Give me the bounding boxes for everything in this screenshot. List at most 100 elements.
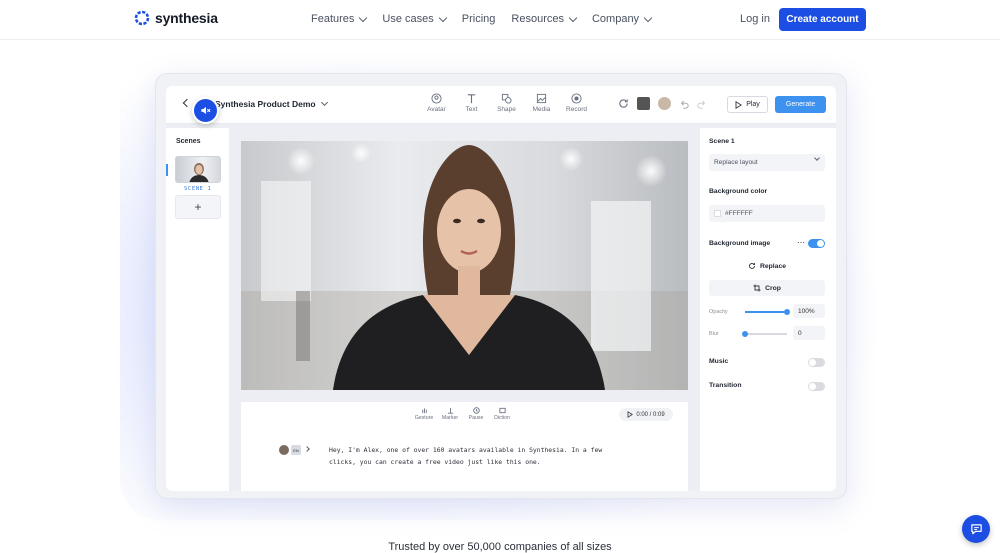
chevron-down-icon: [320, 98, 328, 107]
music-label: Music: [709, 358, 729, 365]
script-tool-marker[interactable]: Marker: [437, 407, 463, 421]
scene-thumbnail[interactable]: [175, 156, 221, 183]
generate-button[interactable]: Generate: [775, 96, 826, 113]
tool-text[interactable]: Text: [454, 93, 489, 113]
speaker-muted-icon: [201, 106, 211, 115]
scene-label: SCENE 1: [184, 186, 212, 192]
nav-label: Resources: [511, 13, 564, 25]
nav-label: Pricing: [461, 13, 496, 25]
play-icon: [735, 100, 743, 109]
script-tool-label: Diction: [494, 415, 510, 421]
tool-label: Media: [532, 106, 551, 113]
marker-icon: [447, 407, 453, 414]
timer-text: 0:00 / 0:09: [636, 411, 665, 418]
logo-text: synthesia: [155, 10, 218, 26]
tool-label: Record: [566, 106, 587, 113]
opacity-label: Opacity: [709, 309, 728, 315]
opacity-slider-fill: [745, 311, 787, 313]
top-navigation: synthesia Features Use cases Pricing Res…: [0, 0, 1000, 40]
chat-support-button[interactable]: [962, 515, 990, 543]
refresh-icon[interactable]: [618, 98, 629, 109]
collaborator-avatar[interactable]: [637, 97, 650, 110]
script-tool-label: Marker: [441, 415, 459, 421]
video-canvas[interactable]: [241, 141, 688, 390]
color-swatch: [714, 210, 721, 217]
tool-label: Avatar: [427, 106, 446, 113]
nav-label: Company: [591, 13, 640, 25]
chevron-right-icon: [304, 445, 310, 452]
opacity-slider[interactable]: [745, 309, 790, 315]
script-tool-pause[interactable]: Pause: [463, 407, 489, 421]
scenes-panel: Scenes SCENE 1 +: [166, 128, 229, 491]
back-arrow-icon[interactable]: [182, 98, 192, 108]
blur-slider[interactable]: [742, 331, 787, 337]
script-tool-label: Pause: [468, 415, 484, 421]
language-badge: EN: [291, 445, 301, 455]
crop-label: Crop: [765, 284, 781, 292]
music-toggle[interactable]: [808, 358, 825, 367]
login-link[interactable]: Log in: [740, 13, 770, 25]
play-icon: [627, 411, 634, 418]
bg-color-input[interactable]: #FFFFFF: [709, 205, 825, 222]
bg-image-toggle[interactable]: [808, 239, 825, 248]
trusted-by-text: Trusted by over 50,000 companies of all …: [388, 541, 612, 553]
chevron-down-icon: [643, 13, 653, 22]
project-title-text: Synthesia Product Demo: [215, 99, 316, 109]
text-icon: [467, 94, 476, 104]
synthesia-logo[interactable]: synthesia: [134, 10, 218, 26]
nav-item-resources[interactable]: Resources: [511, 13, 578, 25]
replace-button[interactable]: Replace: [709, 258, 825, 274]
more-options-icon[interactable]: ⋯: [797, 238, 805, 247]
avatar-thumbnail: [279, 445, 289, 455]
nav-item-company[interactable]: Company: [591, 13, 653, 25]
nav-item-features[interactable]: Features: [311, 13, 368, 25]
script-avatar-selector[interactable]: EN: [279, 445, 310, 455]
pause-icon: [472, 407, 480, 414]
redo-icon[interactable]: [697, 99, 707, 109]
script-text[interactable]: Hey, I'm Alex, one of over 160 avatars a…: [329, 445, 609, 468]
shape-icon: [501, 93, 512, 104]
tool-label: Shape: [497, 106, 516, 113]
tool-avatar[interactable]: Avatar: [419, 93, 454, 113]
project-title[interactable]: Synthesia Product Demo: [215, 98, 328, 109]
user-avatar[interactable]: [658, 97, 671, 110]
transition-toggle[interactable]: [808, 382, 825, 391]
scenes-title: Scenes: [176, 138, 201, 145]
nav-item-pricing[interactable]: Pricing: [462, 13, 496, 25]
script-tool-diction[interactable]: Diction: [489, 407, 515, 421]
blur-label: Blur: [709, 331, 719, 337]
chevron-down-icon: [438, 13, 448, 22]
playback-timer[interactable]: 0:00 / 0:09: [619, 408, 673, 421]
record-icon: [571, 93, 582, 104]
blur-slider-handle[interactable]: [742, 331, 748, 337]
undo-icon[interactable]: [679, 99, 689, 109]
opacity-slider-handle[interactable]: [784, 309, 790, 315]
avatar-video-preview: [241, 141, 688, 390]
crop-button[interactable]: Crop: [709, 280, 825, 296]
opacity-value-input[interactable]: 100%: [793, 304, 825, 318]
insert-tools: Avatar Text Shape Media Record: [419, 93, 594, 113]
mute-audio-button[interactable]: [192, 97, 219, 124]
script-editor: Gesture Marker Pause Diction 0:00 / 0:09…: [241, 402, 688, 491]
bg-color-value: #FFFFFF: [725, 210, 753, 217]
create-account-button[interactable]: Create account: [779, 8, 866, 31]
add-scene-button[interactable]: +: [175, 195, 221, 219]
play-label: Play: [746, 101, 760, 108]
nav-links: Features Use cases Pricing Resources Com…: [311, 13, 667, 25]
nav-item-use-cases[interactable]: Use cases: [382, 13, 448, 25]
layout-select[interactable]: Replace layout: [709, 154, 825, 171]
tool-shape[interactable]: Shape: [489, 93, 524, 113]
tool-media[interactable]: Media: [524, 93, 559, 113]
chevron-down-icon: [568, 13, 578, 22]
replace-icon: [749, 263, 755, 269]
scene-thumbnail-image: [189, 163, 209, 182]
editor-app: Synthesia Product Demo Avatar Text Shape…: [166, 86, 836, 491]
diction-icon: [498, 407, 506, 414]
bg-color-label: Background color: [709, 188, 768, 195]
tool-record[interactable]: Record: [559, 93, 594, 113]
toolbar-right-icons: [618, 97, 707, 110]
avatar-icon: [431, 93, 442, 104]
play-button[interactable]: Play: [727, 96, 768, 113]
script-tool-gesture[interactable]: Gesture: [411, 407, 437, 421]
blur-value-input[interactable]: 0: [793, 326, 825, 340]
